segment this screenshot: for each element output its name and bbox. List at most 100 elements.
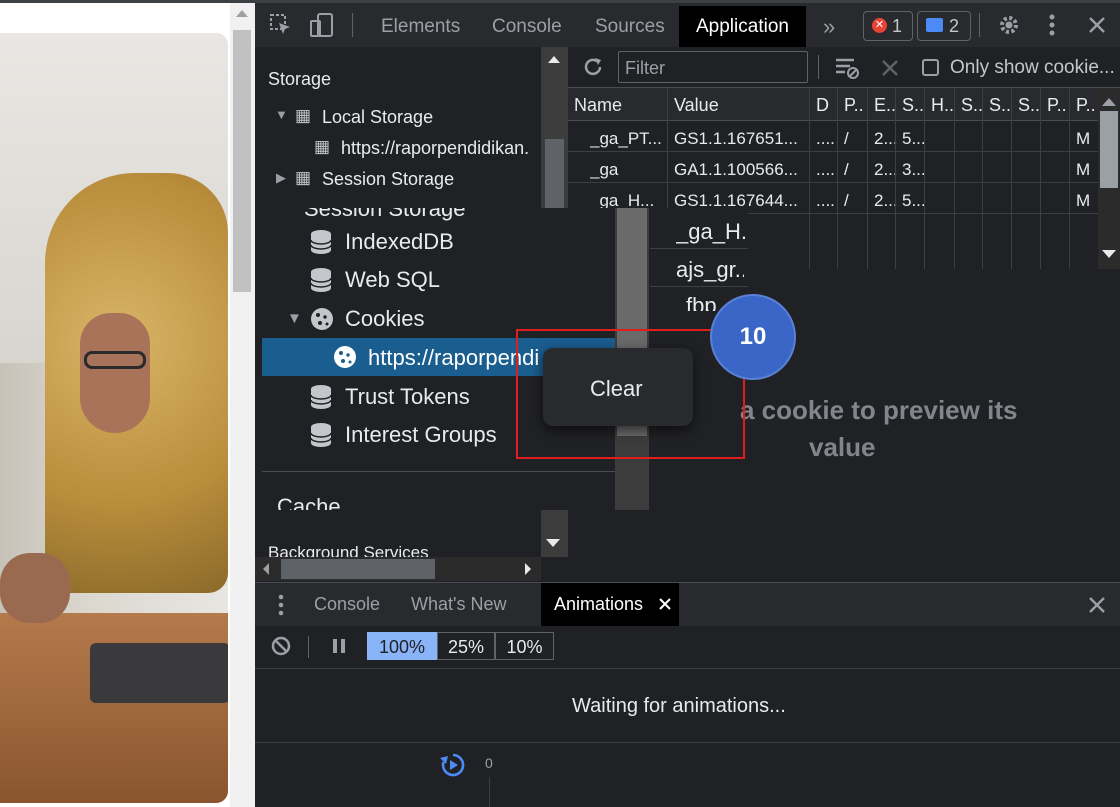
pause-all-icon[interactable] bbox=[332, 639, 346, 653]
clear-all-icon[interactable] bbox=[271, 636, 291, 656]
local-storage-item[interactable]: Local Storage bbox=[322, 107, 433, 128]
clear-filtered-cookies-icon[interactable] bbox=[834, 56, 860, 80]
errors-badge[interactable]: ✕ 1 bbox=[863, 11, 913, 41]
preview-text-line1: a cookie to preview its bbox=[740, 395, 1018, 425]
local-storage-origin[interactable]: https://rapor­pendidikan. bbox=[341, 138, 541, 159]
column-header[interactable]: Value bbox=[674, 95, 814, 116]
drawer-tab-console[interactable]: Console bbox=[314, 583, 380, 624]
table-row[interactable] bbox=[568, 151, 1098, 152]
only-show-label: Only show cookie... bbox=[950, 57, 1115, 78]
expand-arrow-icon[interactable]: ▼ bbox=[275, 107, 288, 122]
section-divider bbox=[262, 471, 615, 472]
close-tab-icon[interactable] bbox=[659, 598, 671, 610]
messages-badge[interactable]: 2 bbox=[917, 11, 971, 41]
zoomed-row-line bbox=[650, 248, 748, 249]
photo-laptop bbox=[90, 643, 228, 703]
toolbar-divider-3 bbox=[308, 636, 309, 658]
table-cell: 2... bbox=[874, 191, 898, 210]
sidebar-scroll-down[interactable] bbox=[546, 539, 560, 547]
cookies-icon bbox=[311, 308, 333, 330]
table-row[interactable] bbox=[568, 182, 1098, 183]
sidebar-scroll-thumb[interactable] bbox=[545, 139, 564, 209]
delete-selected-icon[interactable] bbox=[881, 59, 899, 77]
cookies-expand-arrow-icon[interactable]: ▼ bbox=[287, 310, 302, 327]
sidebar-scroll-up[interactable] bbox=[548, 56, 560, 63]
interest-groups-item[interactable]: Interest Groups bbox=[345, 422, 497, 448]
collapse-arrow-icon[interactable]: ▶ bbox=[276, 170, 286, 186]
column-divider bbox=[982, 88, 983, 269]
timeline-start-tick bbox=[489, 777, 490, 807]
speed-25-button[interactable]: 25% bbox=[437, 632, 495, 660]
column-divider bbox=[895, 88, 896, 269]
table-cell: GS1.1.167651... bbox=[674, 129, 798, 148]
tab-console[interactable]: Console bbox=[492, 6, 562, 47]
drawer-menu-icon[interactable] bbox=[277, 593, 285, 617]
trust-tokens-item[interactable]: Trust Tokens bbox=[345, 384, 470, 410]
step-number-badge: 10 bbox=[710, 294, 796, 380]
speed-10-button[interactable]: 10% bbox=[495, 632, 554, 660]
table-scroll-thumb[interactable] bbox=[1100, 111, 1118, 188]
table-cell: 2... bbox=[874, 129, 898, 148]
column-header[interactable]: S.. bbox=[961, 95, 987, 116]
column-header[interactable]: D bbox=[816, 95, 842, 116]
speed-100-button[interactable]: 100% bbox=[367, 632, 437, 660]
table-scroll-down[interactable] bbox=[1102, 250, 1116, 258]
photo-glasses bbox=[84, 351, 146, 369]
refresh-icon[interactable] bbox=[582, 56, 604, 78]
column-header[interactable]: E.. bbox=[874, 95, 900, 116]
drawer-tab-animations[interactable]: Animations bbox=[541, 583, 679, 626]
tabbar-divider bbox=[352, 13, 353, 37]
drawer-tab-whats-new[interactable]: What's New bbox=[411, 583, 506, 624]
cookies-item[interactable]: Cookies bbox=[345, 306, 424, 332]
preview-text-line2: value bbox=[809, 432, 876, 462]
only-show-checkbox[interactable] bbox=[922, 59, 939, 76]
error-icon: ✕ bbox=[872, 18, 887, 33]
errors-count: 1 bbox=[892, 16, 903, 36]
column-divider bbox=[867, 88, 868, 269]
photo-hand bbox=[0, 553, 70, 623]
replay-timeline-icon[interactable] bbox=[439, 751, 467, 779]
cache-header: Cache bbox=[277, 494, 341, 510]
filter-placeholder: Filter bbox=[625, 58, 665, 78]
sidebar-h-scroll-right[interactable] bbox=[525, 563, 531, 575]
tab-sources[interactable]: Sources bbox=[595, 6, 665, 47]
origin-grid-icon: ▦ bbox=[314, 137, 331, 156]
message-icon bbox=[926, 18, 943, 32]
column-divider bbox=[837, 88, 838, 269]
sidebar-h-scroll-thumb[interactable] bbox=[281, 559, 435, 579]
column-divider bbox=[924, 88, 925, 269]
zoomed-cookie-name-2: ajs_gr... bbox=[676, 257, 744, 282]
zoomed-row-line-2 bbox=[650, 286, 748, 287]
page-scroll-up-arrow[interactable] bbox=[236, 10, 248, 17]
zoomed-cookie-name-1: _ga_H... bbox=[676, 219, 748, 244]
session-storage-item[interactable]: Session Storage bbox=[322, 169, 454, 190]
websql-item[interactable]: Web SQL bbox=[345, 267, 440, 293]
filter-input[interactable]: Filter bbox=[618, 51, 808, 83]
tab-elements[interactable]: Elements bbox=[381, 6, 460, 47]
tab-application[interactable]: Application bbox=[679, 6, 806, 47]
indexeddb-item[interactable]: IndexedDB bbox=[345, 229, 454, 255]
device-toolbar-icon[interactable] bbox=[309, 12, 335, 38]
waiting-message: Waiting for animations... bbox=[572, 695, 786, 717]
page-scrollbar-thumb[interactable] bbox=[233, 30, 251, 292]
settings-gear-icon[interactable] bbox=[997, 13, 1021, 37]
sidebar-h-scroll-left[interactable] bbox=[263, 563, 269, 575]
column-header[interactable]: Name bbox=[574, 95, 672, 116]
photo-face bbox=[80, 313, 150, 433]
tabbar-divider-2 bbox=[979, 13, 980, 37]
animations-timeline: 0 bbox=[255, 742, 1120, 807]
close-devtools-icon[interactable] bbox=[1088, 16, 1106, 34]
interest-groups-icon bbox=[310, 423, 332, 447]
drawer-tabbar: Console What's New Animations bbox=[255, 582, 1120, 627]
table-cell: 2... bbox=[874, 160, 898, 179]
table-scroll-up[interactable] bbox=[1102, 98, 1116, 106]
more-tabs-icon[interactable]: » bbox=[823, 6, 835, 47]
close-drawer-icon[interactable] bbox=[1088, 596, 1106, 614]
table-cell: .... bbox=[816, 160, 835, 179]
more-options-icon[interactable] bbox=[1048, 13, 1056, 37]
timeline-zero-label: 0 bbox=[485, 755, 493, 771]
indexeddb-database-icon bbox=[310, 230, 332, 254]
drawer-tab-animations-label: Animations bbox=[554, 594, 644, 614]
photo-table bbox=[0, 613, 228, 803]
inspect-element-icon[interactable] bbox=[269, 13, 293, 37]
